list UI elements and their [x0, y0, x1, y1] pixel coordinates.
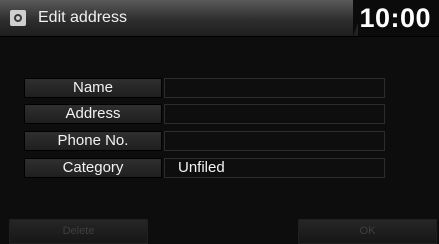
- page-title: Edit address: [38, 9, 127, 26]
- phone-label: Phone No.: [24, 131, 162, 151]
- settings-icon: [10, 10, 26, 26]
- name-field[interactable]: [164, 78, 385, 98]
- edit-address-screen: Edit address 10:00 Name Address Phone No…: [0, 0, 439, 244]
- address-label: Address: [24, 104, 162, 124]
- category-label: Category: [24, 158, 162, 178]
- ok-button[interactable]: OK: [298, 219, 437, 244]
- category-field[interactable]: Unfiled: [164, 158, 385, 178]
- phone-row[interactable]: Phone No.: [24, 131, 385, 151]
- address-row[interactable]: Address: [24, 104, 385, 124]
- name-row[interactable]: Name: [24, 78, 385, 98]
- phone-field[interactable]: [164, 131, 385, 151]
- name-label: Name: [24, 78, 162, 98]
- header-bar: Edit address 10:00: [0, 0, 439, 37]
- address-field[interactable]: [164, 104, 385, 124]
- clock: 10:00: [359, 3, 431, 33]
- delete-button[interactable]: Delete: [9, 219, 148, 244]
- category-row[interactable]: Category Unfiled: [24, 158, 385, 178]
